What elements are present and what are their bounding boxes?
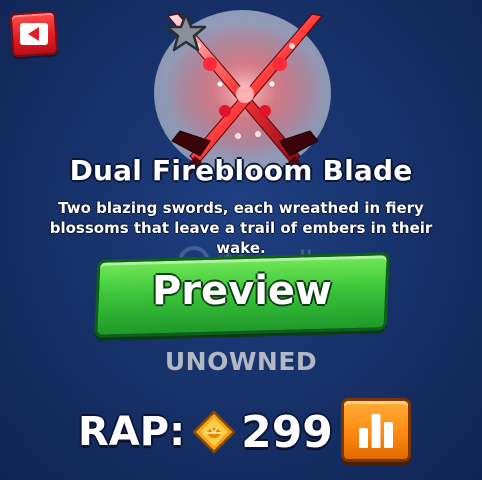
stats-button[interactable] — [341, 398, 411, 462]
bar-chart-icon — [359, 414, 393, 448]
star-icon — [165, 12, 207, 52]
diamond-coin-icon — [193, 411, 236, 453]
rap-value: 299 — [241, 406, 333, 458]
item-name: Dual Firebloom Blade — [69, 154, 413, 187]
back-arrow-icon — [20, 23, 48, 45]
back-button[interactable] — [9, 10, 59, 58]
item-description: Two blazing swords, each wreathed in fie… — [49, 199, 433, 257]
rap-row: RAP: 299 — [78, 400, 333, 464]
preview-button[interactable]: Preview — [94, 252, 390, 338]
ownership-status: UNOWNED — [164, 347, 318, 376]
rap-label: RAP: — [78, 409, 186, 455]
preview-button-label: Preview — [151, 268, 333, 314]
